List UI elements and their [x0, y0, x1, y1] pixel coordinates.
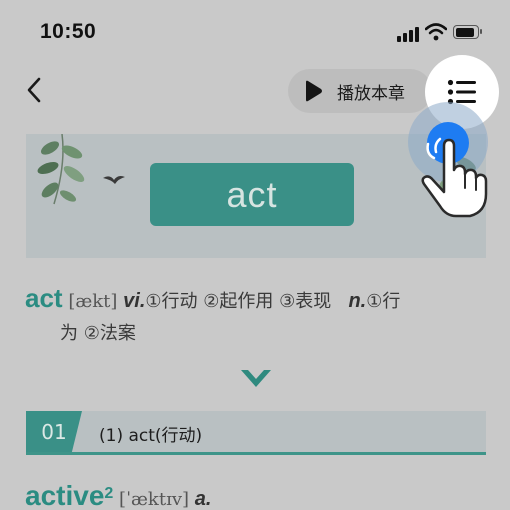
section-number: 01 [26, 411, 82, 452]
play-chapter-button[interactable]: 播放本章 [288, 69, 432, 113]
battery-fill [455, 27, 474, 37]
signal-icon [397, 26, 419, 42]
play-icon [306, 80, 322, 102]
section-title: (1) act(行动) [99, 426, 203, 446]
bird-decoration [103, 176, 125, 184]
wifi-icon [425, 23, 447, 41]
word-entry: act [ækt] vi.①行动 ②起作用 ③表现 n.①行 为 ②法案 [25, 282, 495, 350]
status-time: 10:50 [40, 20, 97, 43]
entry2-headword[interactable]: active [25, 480, 104, 510]
entry-line-1: act [ækt] vi.①行动 ②起作用 ③表现 n.①行 [25, 282, 495, 318]
entry-pos-1: vi. [123, 290, 146, 312]
entry-headword[interactable]: act [25, 283, 63, 313]
play-chapter-label: 播放本章 [337, 83, 405, 104]
entry2-superscript: 2 [104, 485, 114, 502]
entry2-pos: a. [194, 488, 212, 510]
entry-line-2: 为 ②法案 [60, 323, 136, 344]
chevron-down-icon[interactable] [239, 368, 273, 390]
section-header[interactable]: 01 (1) act(行动) [26, 411, 486, 455]
entry-meaning-2a: ①行 [366, 291, 401, 312]
banner-word-box: act [150, 163, 354, 226]
status-bar: 10:50 [0, 0, 510, 66]
entry-pos-2: n. [348, 290, 367, 312]
leaf-decoration [37, 134, 85, 205]
list-menu-icon [447, 79, 476, 105]
back-icon[interactable] [22, 76, 46, 104]
entry2-phonetic: [ˈæktɪv] [119, 489, 190, 510]
entry-phonetic: [ækt] [68, 291, 118, 312]
word-entry-2: active2 [ˈæktɪv] a. [25, 480, 211, 510]
battery-icon [453, 25, 482, 39]
hand-pointer-icon [421, 137, 488, 218]
banner-word: act [226, 173, 278, 215]
entry-meaning-1: ①行动 ②起作用 ③表现 [145, 291, 332, 312]
